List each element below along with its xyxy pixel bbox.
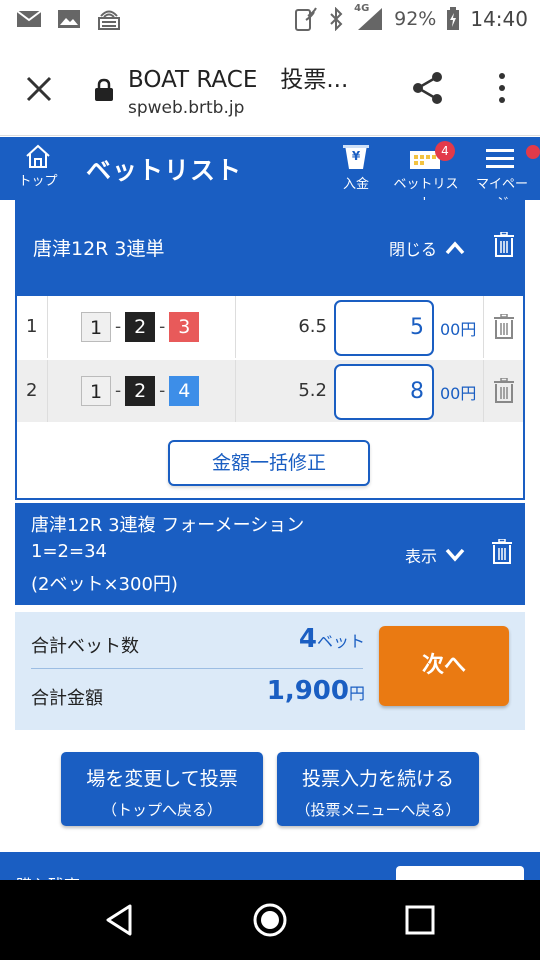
battery-charging-icon [447,7,460,30]
page-title: ベットリスト [86,156,243,185]
boat-1-badge: 1 [81,376,111,406]
bet-group-header: 唐津12R 3連単 閉じる [17,200,523,296]
bet-group-title: 唐津12R 3連複 フォーメーション [31,515,305,536]
bet-group-detail: (2ベット×300円) [31,574,178,595]
signal-icon: 4G [354,3,384,31]
bet-row-index: 1 [26,316,38,337]
more-vert-icon[interactable] [492,70,512,106]
bet-amount-input[interactable]: 5 [334,300,434,356]
android-navigation-bar [0,880,540,960]
status-bar: 4G 92% 14:40 [0,0,540,42]
bet-combo: 1 - 2 - 4 [81,376,200,406]
collapse-button[interactable]: 閉じる [389,236,465,260]
bet-row: 1 1 - 2 - 3 6.5 5 00円 [17,296,523,358]
boat-1-badge: 1 [81,312,111,342]
home-nav-label: トップ [18,174,58,189]
divider [31,668,363,669]
amount-unit: 00円 [440,384,477,403]
bet-combo: 1 - 2 - 3 [81,312,200,342]
bet-group-title: 唐津12R 3連単 [33,238,165,260]
trash-icon[interactable] [491,539,513,565]
deposit-nav-label: 入金 [342,177,369,192]
amount-unit: 00円 [440,320,477,339]
boat-2-badge: 2 [125,312,156,342]
total-amount-label: 合計金額 [31,688,103,709]
balance-box [396,866,524,880]
total-bet-count-label: 合計ベット数 [31,636,139,657]
bet-group-combo: 1=2=34 [31,541,107,562]
chevron-up-icon [445,241,465,255]
continue-voting-button[interactable]: 投票入力を続ける （投票メニューへ戻る） [277,752,479,826]
boat-2-badge: 2 [125,376,156,406]
battery-percent: 92% [394,8,437,30]
browser-toolbar: BOAT RACE 投票... spweb.brtb.jp [0,42,540,136]
mail-icon [16,10,42,27]
balance-footer: 購入残高 [0,852,540,880]
expand-label: 表示 [405,547,438,566]
expand-button[interactable]: 表示 [405,543,465,567]
share-icon[interactable] [410,70,446,106]
bluetooth-icon [330,7,343,31]
photo-icon [58,10,80,28]
wifi-card-icon [98,10,120,30]
chevron-down-icon [445,548,465,562]
home-circle-icon[interactable] [252,902,288,938]
betlist-badge: 4 [435,141,455,161]
notification-dot [526,145,540,159]
deposit-nav-button[interactable]: ¥ 入金 [336,143,376,192]
svg-text:¥: ¥ [352,149,361,163]
next-button[interactable]: 次へ [379,626,509,706]
lock-icon [95,78,113,101]
bulk-edit-amount-button[interactable]: 金額一括修正 [168,440,370,486]
recents-icon[interactable] [402,902,438,938]
bet-amount-input[interactable]: 8 [334,364,434,420]
bet-group-trifecta: 唐津12R 3連単 閉じる 1 1 - 2 - 3 6.5 5 00円 2 1 … [15,200,525,500]
menu-icon [486,149,514,168]
bet-row-index: 2 [26,380,38,401]
boat-3-badge: 3 [169,312,200,342]
browser-url[interactable]: spweb.brtb.jp [128,98,244,118]
trash-icon[interactable] [493,314,515,340]
bet-row: 2 1 - 2 - 4 5.2 8 00円 [17,360,523,422]
bet-group-trio-formation: 唐津12R 3連複 フォーメーション 1=2=34 (2ベット×300円) 表示 [15,503,525,605]
close-icon[interactable] [24,74,54,104]
total-amount: 1,900円 [266,676,365,706]
odds-value: 6.5 [298,316,327,337]
boat-4-badge: 4 [169,376,200,406]
home-nav-button[interactable]: トップ [16,143,60,189]
balance-label: 購入残高 [16,872,80,880]
trash-icon[interactable] [493,232,515,258]
nfc-icon [295,7,318,31]
collapse-label: 閉じる [389,240,438,259]
app-header: トップ ベットリスト ¥ 入金 4 ベットリスト マイページ [0,137,540,211]
deposit-icon: ¥ [343,145,369,169]
clock: 14:40 [470,7,528,31]
browser-page-title: BOAT RACE 投票... [128,67,349,93]
change-venue-button[interactable]: 場を変更して投票 （トップへ戻る） [61,752,263,826]
total-bet-count: 4ベット [298,624,365,654]
trash-icon[interactable] [493,378,515,404]
totals-panel: 合計ベット数 4ベット 合計金額 1,900円 次へ [15,612,525,730]
odds-value: 5.2 [298,380,327,401]
back-icon[interactable] [102,902,138,938]
home-icon [26,144,50,168]
